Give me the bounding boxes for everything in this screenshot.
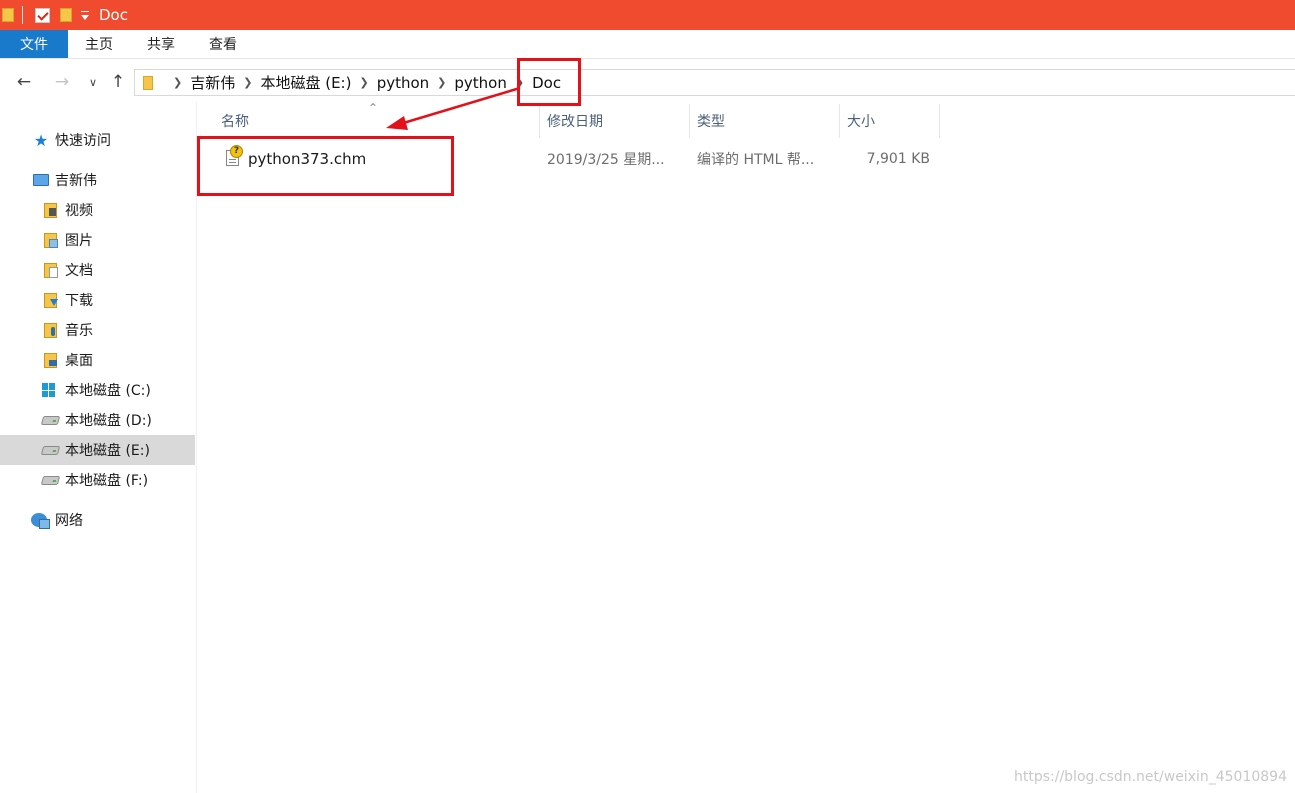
sidebar-item-desktop[interactable]: 桌面: [44, 345, 93, 375]
customize-toolbar-dropdown-icon[interactable]: [81, 10, 89, 20]
column-header-name[interactable]: 名称: [214, 104, 540, 138]
downloads-folder-icon: [44, 292, 58, 308]
windows-drive-icon: [42, 383, 57, 397]
tab-view[interactable]: 查看: [192, 30, 254, 58]
breadcrumb-item-drive-e[interactable]: 本地磁盘 (E:): [260, 72, 351, 93]
chevron-right-icon[interactable]: ❯: [243, 76, 252, 89]
quick-access-toolbar: [0, 0, 89, 30]
desktop-folder-icon: [44, 352, 57, 368]
toolbar-divider: [22, 6, 23, 24]
sidebar-item-quick-access[interactable]: ★ 快速访问: [33, 125, 111, 155]
sidebar-item-label: 快速访问: [55, 133, 111, 149]
sidebar-item-label: 视频: [65, 203, 93, 219]
ribbon-tabs: 文件 主页 共享 查看: [0, 30, 1295, 59]
column-header-date[interactable]: 修改日期: [540, 104, 690, 138]
column-header-size[interactable]: 大小: [840, 104, 940, 138]
sidebar-item-label: 本地磁盘 (F:): [65, 473, 149, 489]
watermark: https://blog.csdn.net/weixin_45010894: [1013, 769, 1287, 785]
tab-share[interactable]: 共享: [130, 30, 192, 58]
up-arrow-icon[interactable]: ↑: [106, 70, 130, 94]
sidebar-item-documents[interactable]: 文档: [44, 255, 93, 285]
sidebar-item-label: 文档: [65, 263, 93, 279]
drive-icon: [40, 475, 61, 485]
sidebar-item-videos[interactable]: 视频: [44, 195, 93, 225]
sidebar-item-this-pc[interactable]: 吉新伟: [33, 165, 97, 195]
breadcrumb-item-user[interactable]: 吉新伟: [190, 72, 235, 93]
back-arrow-icon[interactable]: ←: [12, 70, 36, 94]
tab-file[interactable]: 文件: [0, 30, 68, 58]
sidebar-item-drive-f[interactable]: 本地磁盘 (F:): [40, 465, 149, 495]
sidebar-item-drive-d[interactable]: 本地磁盘 (D:): [40, 405, 152, 435]
computer-icon: [33, 174, 49, 186]
pictures-folder-icon: [44, 232, 58, 248]
address-bar[interactable]: ❯ 吉新伟 ❯ 本地磁盘 (E:) ❯ python ❯ python ❯ Do…: [134, 69, 1295, 96]
sidebar-item-drive-e[interactable]: 本地磁盘 (E:): [0, 435, 195, 465]
sidebar-item-label: 音乐: [65, 323, 93, 339]
navigation-pane: ★ 快速访问 吉新伟 视频 图片 文档 下载 音乐 桌面 本地磁盘 (C:) 本…: [0, 102, 197, 793]
window-title: Doc: [99, 6, 128, 24]
annotation-box-file: [197, 136, 454, 196]
properties-icon[interactable]: [35, 7, 50, 23]
star-icon: ★: [33, 130, 49, 150]
sidebar-item-label: 吉新伟: [55, 173, 97, 189]
sidebar-item-drive-c[interactable]: 本地磁盘 (C:): [42, 375, 151, 405]
recent-locations-chevron-icon[interactable]: ∨: [81, 70, 105, 94]
column-header-type[interactable]: 类型: [690, 104, 840, 138]
videos-folder-icon: [44, 202, 57, 218]
drive-icon: [40, 415, 61, 425]
documents-folder-icon: [44, 262, 58, 278]
file-size: 7,901 KB: [866, 151, 930, 167]
breadcrumb-item-python[interactable]: python: [377, 74, 429, 92]
network-icon: [31, 513, 50, 529]
file-date-modified: 2019/3/25 星期...: [547, 152, 665, 168]
music-folder-icon: [44, 322, 57, 338]
chevron-right-icon[interactable]: ❯: [437, 76, 446, 89]
new-folder-icon[interactable]: [60, 8, 72, 22]
sidebar-item-label: 图片: [65, 233, 93, 249]
sidebar-item-music[interactable]: 音乐: [44, 315, 93, 345]
annotation-box-doc: [517, 58, 581, 106]
forward-arrow-icon[interactable]: →: [50, 70, 74, 94]
navigation-bar: ← → ∨ ↑ ❯ 吉新伟 ❯ 本地磁盘 (E:) ❯ python ❯ pyt…: [0, 60, 1295, 102]
folder-icon: [2, 8, 14, 22]
title-bar: Doc: [0, 0, 1295, 30]
drive-icon: [40, 445, 61, 455]
file-type: 编译的 HTML 帮...: [697, 152, 815, 168]
breadcrumb-item-python-sub[interactable]: python: [454, 74, 506, 92]
sidebar-item-label: 本地磁盘 (D:): [65, 413, 152, 429]
sidebar-item-label: 下载: [65, 293, 93, 309]
tab-home[interactable]: 主页: [68, 30, 130, 58]
sidebar-item-downloads[interactable]: 下载: [44, 285, 93, 315]
sidebar-item-label: 桌面: [65, 353, 93, 369]
sidebar-item-network[interactable]: 网络: [31, 505, 83, 535]
folder-icon: [143, 75, 153, 90]
chevron-right-icon[interactable]: ❯: [173, 76, 182, 89]
chevron-right-icon[interactable]: ❯: [359, 76, 368, 89]
sidebar-item-label: 网络: [55, 513, 83, 529]
sidebar-item-pictures[interactable]: 图片: [44, 225, 93, 255]
sidebar-item-label: 本地磁盘 (C:): [65, 383, 151, 399]
sidebar-item-label: 本地磁盘 (E:): [65, 443, 150, 459]
